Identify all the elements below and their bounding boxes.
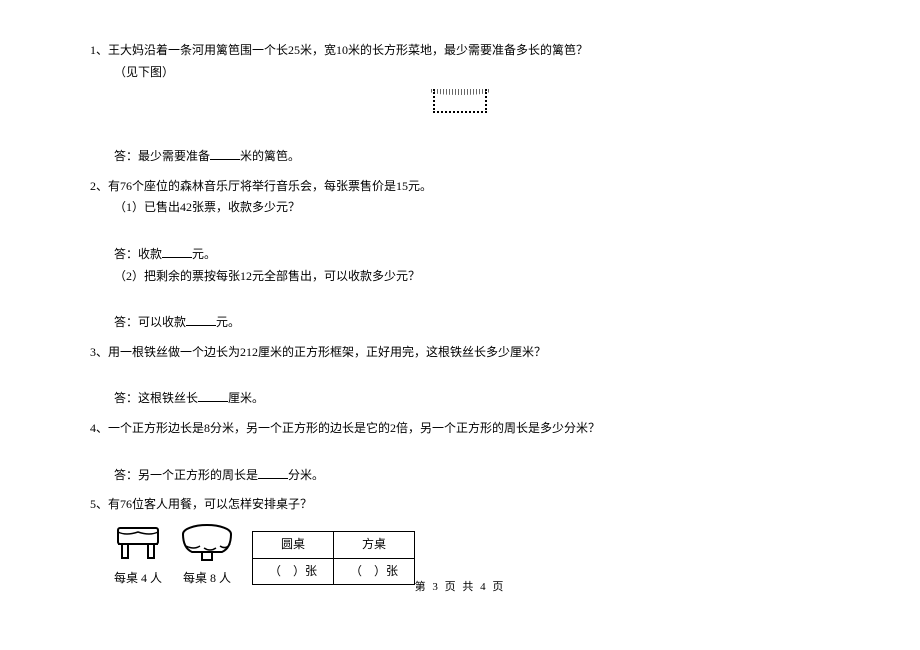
round-table-icon — [180, 522, 234, 564]
blank-input[interactable] — [186, 311, 216, 326]
q5-number: 5、 — [90, 497, 108, 511]
q2-ans2-line: 答：可以收款 元。 — [90, 311, 830, 334]
blank-input[interactable] — [162, 243, 192, 258]
spacer — [90, 219, 830, 243]
q2-text: 有76个座位的森林音乐厅将举行音乐会，每张票售价是15元。 — [108, 179, 432, 193]
question-1: 1、王大妈沿着一条河用篱笆围一个长25米，宽10米的长方形菜地，最少需要准备多长… — [90, 40, 830, 168]
spacer — [90, 363, 830, 387]
blank-input[interactable] — [198, 387, 228, 402]
q4-answer-prefix: 答：另一个正方形的周长是 — [114, 468, 258, 482]
table-row: 圆桌 方桌 — [253, 532, 415, 559]
q1-answer-suffix: 米的篱笆。 — [240, 149, 300, 163]
question-2: 2、有76个座位的森林音乐厅将举行音乐会，每张票售价是15元。 （1）已售出42… — [90, 176, 830, 334]
q1-answer-line: 答：最少需要准备 米的篱笆。 — [90, 145, 830, 168]
fence-diagram — [433, 89, 487, 113]
q2-ans2-prefix: 答：可以收款 — [114, 315, 186, 329]
q3-answer-line: 答：这根铁丝长 厘米。 — [90, 387, 830, 410]
q1-text: 王大妈沿着一条河用篱笆围一个长25米，宽10米的长方形菜地，最少需要准备多长的篱… — [108, 43, 588, 57]
q4-text: 一个正方形边长是8分米，另一个正方形的边长是它的2倍，另一个正方形的周长是多少分… — [108, 421, 600, 435]
q3-number: 3、 — [90, 345, 108, 359]
q1-number: 1、 — [90, 43, 108, 57]
blank-input[interactable] — [258, 464, 288, 479]
q5-text: 有76位客人用餐，可以怎样安排桌子？ — [108, 497, 312, 511]
header-round: 圆桌 — [253, 532, 334, 559]
q2-part1: （1）已售出42张票，收款多少元？ — [90, 197, 830, 219]
header-square: 方桌 — [334, 532, 415, 559]
q3-line1: 3、用一根铁丝做一个边长为212厘米的正方形框架，正好用完，这根铁丝长多少厘米？ — [90, 342, 830, 364]
question-3: 3、用一根铁丝做一个边长为212厘米的正方形框架，正好用完，这根铁丝长多少厘米？… — [90, 342, 830, 410]
question-5: 5、有76位客人用餐，可以怎样安排桌子？ 每桌 4 人 每桌 8 人 — [90, 494, 830, 589]
q2-ans1-line: 答：收款 元。 — [90, 243, 830, 266]
q4-line1: 4、一个正方形边长是8分米，另一个正方形的边长是它的2倍，另一个正方形的周长是多… — [90, 418, 830, 440]
q2-number: 2、 — [90, 179, 108, 193]
spacer — [90, 287, 830, 311]
spacer — [90, 440, 830, 464]
answer-table: 圆桌 方桌 （ ）张 （ ）张 — [252, 531, 415, 585]
page-footer: 第 3 页 共 4 页 — [90, 578, 830, 598]
q1-line1: 1、王大妈沿着一条河用篱笆围一个长25米，宽10米的长方形菜地，最少需要准备多长… — [90, 40, 830, 62]
q1-answer-prefix: 答：最少需要准备 — [114, 149, 210, 163]
q4-number: 4、 — [90, 421, 108, 435]
q2-line1: 2、有76个座位的森林音乐厅将举行音乐会，每张票售价是15元。 — [90, 176, 830, 198]
q3-answer-prefix: 答：这根铁丝长 — [114, 391, 198, 405]
q3-text: 用一根铁丝做一个边长为212厘米的正方形框架，正好用完，这根铁丝长多少厘米？ — [108, 345, 546, 359]
blank-input[interactable] — [210, 145, 240, 160]
q2-ans2-suffix: 元。 — [216, 315, 240, 329]
q5-line1: 5、有76位客人用餐，可以怎样安排桌子？ — [90, 494, 830, 516]
q4-answer-line: 答：另一个正方形的周长是 分米。 — [90, 464, 830, 487]
question-4: 4、一个正方形边长是8分米，另一个正方形的边长是它的2倍，另一个正方形的周长是多… — [90, 418, 830, 486]
q1-subtext: （见下图） — [90, 62, 830, 84]
spacer — [90, 121, 830, 145]
q4-answer-suffix: 分米。 — [288, 468, 324, 482]
q2-part2: （2）把剩余的票按每张12元全部售出，可以收款多少元？ — [90, 266, 830, 288]
q3-answer-suffix: 厘米。 — [228, 391, 264, 405]
square-table-icon — [114, 522, 162, 564]
q2-ans1-prefix: 答：收款 — [114, 247, 162, 261]
q2-ans1-suffix: 元。 — [192, 247, 216, 261]
